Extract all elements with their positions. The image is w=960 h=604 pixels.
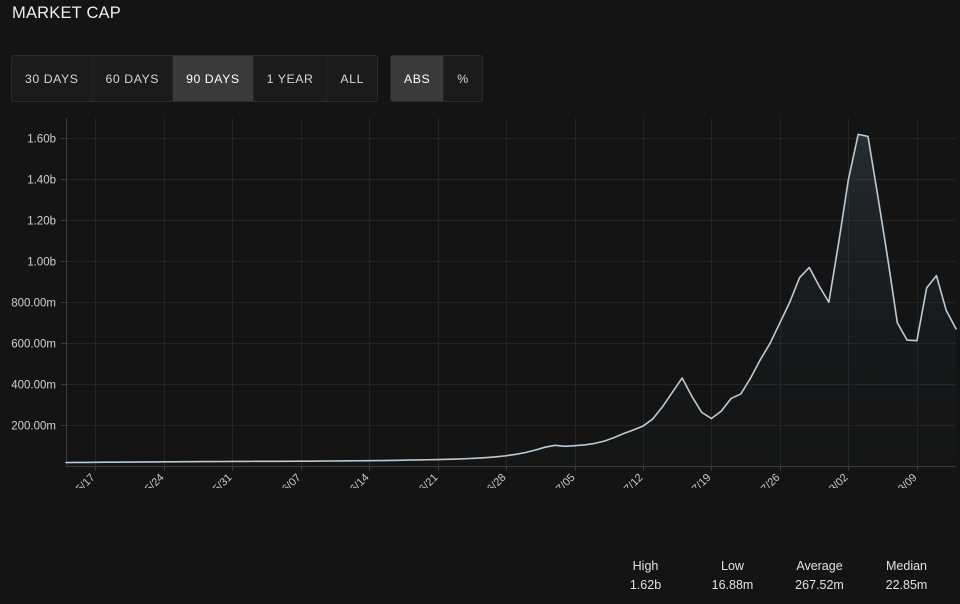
stat-label: Median	[886, 559, 927, 573]
chart-series-layer	[65, 133, 957, 466]
y-tick-label: 1.00b	[27, 257, 56, 269]
stat-low: Low 16.88m	[689, 557, 776, 595]
scale-button-abs[interactable]: ABS	[390, 56, 445, 101]
stat-value: 267.52m	[795, 578, 844, 592]
x-tick-label: 2020/05/31	[187, 472, 234, 488]
scale-button-[interactable]: %	[444, 56, 481, 101]
y-tick-label: 200.00m	[11, 421, 56, 433]
chart-canvas[interactable]: 200.00m 400.00m 600.00m 800.00m 1.00b 1.20b 1.…	[0, 108, 960, 488]
x-tick-label: 2020/05/24	[119, 472, 166, 488]
x-tick-label: 2020/06/21	[393, 472, 440, 488]
chart-summary-stats: High 1.62b Low 16.88m Average 267.52m Median 22…	[602, 557, 950, 595]
stat-median: Median 22.85m	[863, 557, 950, 595]
time-range-button-group: 30 DAYS 60 DAYS 90 DAYS 1 YEAR ALL	[11, 55, 378, 102]
x-tick-label: 2020/07/19	[666, 472, 713, 488]
y-tick-label: 800.00m	[11, 298, 56, 310]
x-tick-label: 2020/06/14	[324, 472, 371, 488]
x-axis-labels: 2020/05/17 2020/05/24 2020/05/31 2020/06/07…	[50, 472, 919, 488]
market-cap-chart[interactable]: 200.00m 400.00m 600.00m 800.00m 1.00b 1.20b 1.…	[0, 108, 960, 488]
page-title: MARKET CAP	[12, 4, 121, 22]
x-tick-label: 2020/06/28	[461, 472, 508, 488]
range-button-1-year[interactable]: 1 YEAR	[254, 56, 328, 101]
range-button-all[interactable]: ALL	[327, 56, 377, 101]
range-button-60-days[interactable]: 60 DAYS	[93, 56, 174, 101]
y-tick-label: 600.00m	[11, 339, 56, 351]
y-axis-labels: 200.00m 400.00m 600.00m 800.00m 1.00b 1.20b 1.…	[11, 134, 56, 433]
y-tick-label: 1.60b	[27, 134, 56, 146]
stat-label: Low	[721, 559, 744, 573]
x-tick-label: 2020/08/02	[803, 472, 850, 488]
x-tick-label: 2020/06/07	[256, 472, 303, 488]
x-tick-label: 2020/07/05	[530, 472, 577, 488]
range-button-90-days[interactable]: 90 DAYS	[173, 56, 254, 101]
stat-value: 16.88m	[711, 578, 754, 592]
x-tick-label: 2020/05/17	[50, 472, 97, 488]
y-tick-label: 400.00m	[11, 380, 56, 392]
scale-mode-button-group: ABS%	[389, 55, 483, 102]
x-tick-label: 2020/07/26	[735, 472, 782, 488]
y-tick-label: 1.20b	[27, 216, 56, 228]
x-tick-label: 2020/07/12	[598, 472, 645, 488]
stat-value: 1.62b	[629, 578, 662, 592]
stat-average: Average 267.52m	[776, 557, 863, 595]
x-tick-label: 2020/08/09	[872, 472, 919, 488]
chart-toolbar: 30 DAYS 60 DAYS 90 DAYS 1 YEAR ALL ABS%	[11, 55, 483, 102]
stat-value: 22.85m	[885, 578, 928, 592]
series-area-fill	[66, 134, 956, 466]
stat-high: High 1.62b	[602, 557, 689, 595]
range-button-30-days[interactable]: 30 DAYS	[12, 56, 93, 101]
stat-label: High	[632, 559, 659, 573]
y-tick-label: 1.40b	[27, 175, 56, 187]
stat-label: Average	[796, 559, 843, 573]
